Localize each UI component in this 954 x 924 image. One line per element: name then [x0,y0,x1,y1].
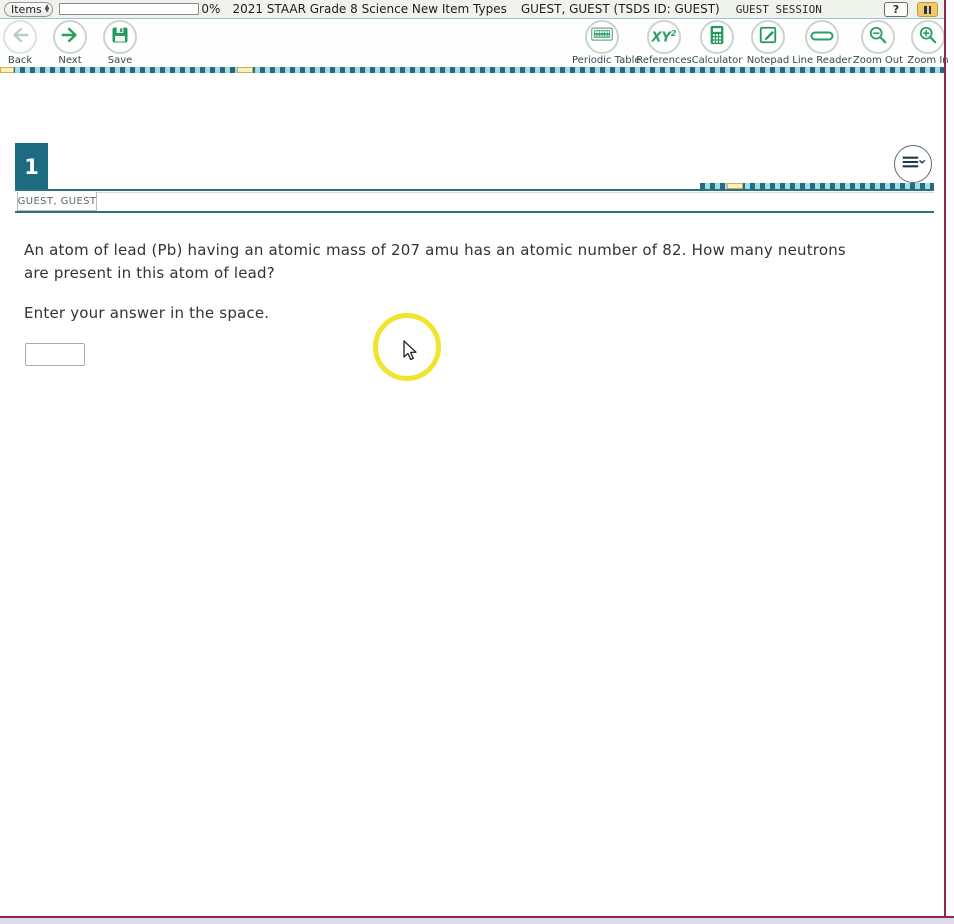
arrow-right-icon [59,24,81,50]
save-button[interactable]: Save [90,20,150,66]
line-reader-icon [810,28,834,47]
window-bottom-band [0,918,954,924]
question-number-badge: 1 [15,143,48,190]
updown-arrows-icon: ▲ ▼ [44,3,50,14]
mouse-cursor [401,340,419,366]
save-label: Save [107,55,133,66]
periodic-table-label: Periodic Table [572,55,641,66]
answer-input[interactable] [25,343,85,366]
question-header-line [15,189,934,191]
items-dropdown-label: Items [11,2,42,16]
yellow-dash [237,67,253,73]
references-label: References [636,55,692,66]
toolbar: Back Next Save Periodic Table XY2 Refere… [0,20,949,67]
tab-row-line [97,192,934,193]
references-button[interactable]: XY2 References [634,20,694,66]
top-status-bar: Items ▲ ▼ 0% 2021 STAAR Grade 8 Science N… [0,0,946,19]
test-title: 2021 STAAR Grade 8 Science New Item Type… [232,2,507,16]
pause-icon [924,5,927,14]
test-delivery-window: Items ▲ ▼ 0% 2021 STAAR Grade 8 Science N… [0,0,954,924]
question-divider-line [15,211,934,213]
window-right-border [944,0,946,918]
progress-bar [59,3,200,15]
periodic-table-button[interactable]: Periodic Table [572,20,641,66]
progress-percent: 0% [201,2,221,16]
notepad-icon [758,25,778,49]
zoom-out-icon [868,25,888,49]
items-dropdown[interactable]: Items ▲ ▼ [4,1,54,17]
student-name-tab: GUEST, GUEST [17,192,97,211]
periodic-table-icon [590,25,614,49]
notepad-button[interactable]: Notepad [738,20,798,66]
calculator-icon [708,25,726,49]
session-label: GUEST SESSION [735,2,822,16]
user-identity: GUEST, GUEST (TSDS ID: GUEST) [520,2,720,16]
xy-squared-icon: XY2 [651,28,677,46]
yellow-dash [0,67,14,73]
toolbar-dashed-divider [0,67,946,73]
notepad-label: Notepad [746,55,790,66]
line-reader-button[interactable]: Line Reader [792,20,852,66]
zoom-in-icon [918,25,938,49]
question-menu-button[interactable] [894,145,932,183]
question-prompt: An atom of lead (Pb) having an atomic ma… [24,241,846,282]
floppy-disk-icon [110,25,130,49]
answer-instruction: Enter your answer in the space. [24,304,270,322]
line-reader-label: Line Reader [792,55,852,66]
help-button[interactable]: ? [884,2,908,17]
click-highlight-ring [373,313,441,381]
arrow-left-icon [9,24,31,50]
hamburger-menu-icon [900,151,926,177]
pause-button[interactable] [917,2,938,17]
